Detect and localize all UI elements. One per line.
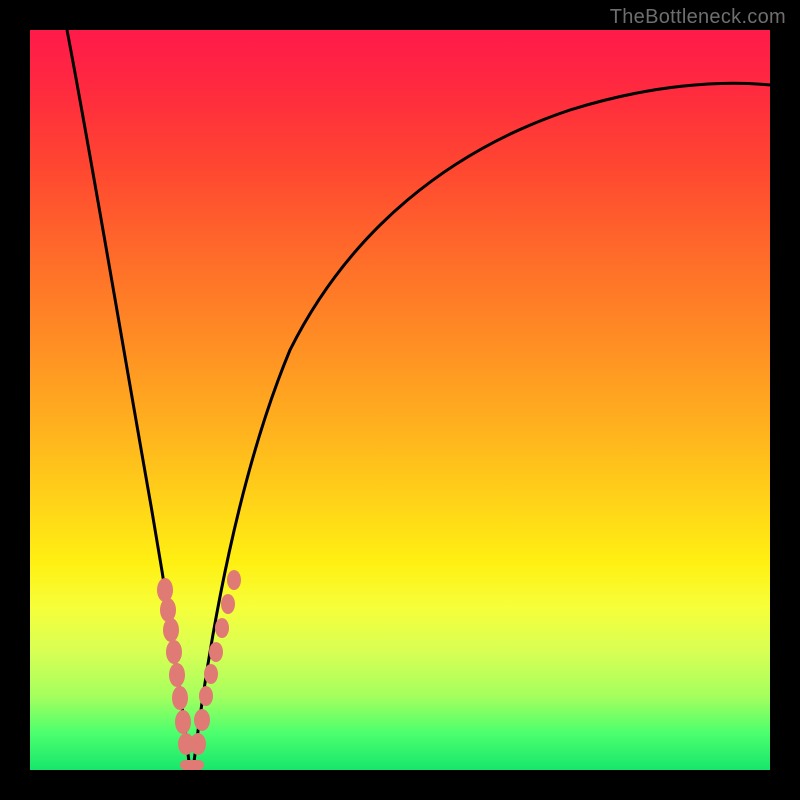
left-branch-points: [157, 578, 194, 755]
right-branch-curve: [193, 83, 770, 770]
bottom-cluster: [180, 760, 204, 770]
chart-frame: TheBottleneck.com: [0, 0, 800, 800]
curve-layer: [30, 30, 770, 770]
plot-area: [30, 30, 770, 770]
right-branch-points: [190, 570, 241, 755]
watermark-text: TheBottleneck.com: [610, 6, 786, 29]
